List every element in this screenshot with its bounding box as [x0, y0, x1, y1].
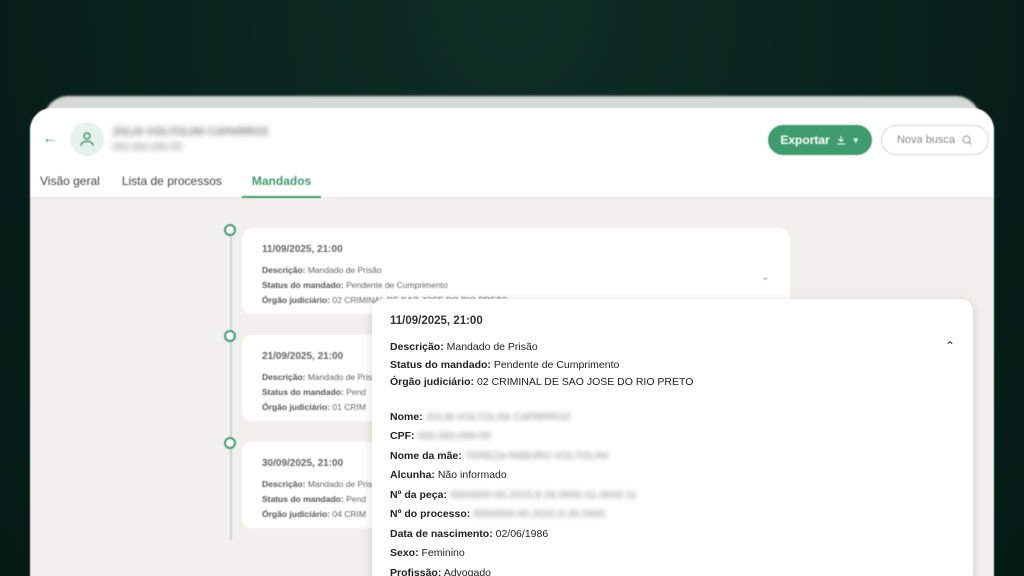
export-label: Exportar: [780, 133, 830, 147]
label-orgao: Órgão judiciário:: [262, 295, 331, 305]
chevron-down-icon[interactable]: ⌄: [761, 270, 770, 285]
label-descricao: Descrição:: [390, 341, 444, 353]
detail-orgao: 02 CRIMINAL DE SAO JOSE DO RIO PRETO: [476, 376, 694, 388]
card-descricao: Mandado de Prisão: [307, 479, 382, 489]
new-search-label: Nova busca: [896, 134, 956, 146]
detail-profissao: Advogado: [443, 566, 491, 576]
detail-date: 11/09/2025, 21:00: [390, 315, 483, 327]
label-status: Status do mandado:: [262, 387, 344, 397]
label-cpf: CPF:: [390, 430, 415, 442]
person-document: 000.000.000-00: [112, 142, 183, 153]
card-descricao: Mandado de Prisão: [307, 265, 382, 275]
tab-lista-processos[interactable]: Lista de processos: [122, 174, 232, 198]
timeline-dot: [224, 437, 236, 449]
detail-mae: TEREZA RIBEIRO VOLTOLINI: [464, 449, 609, 462]
card-date: 11/09/2025, 21:00: [262, 244, 343, 255]
card-descricao: Mandado de Prisão: [307, 372, 382, 382]
label-sexo: Sexo:: [390, 547, 419, 559]
tab-bar: Visão geral Lista de processos Mandados: [40, 174, 333, 198]
detail-processo: 0000000-00.2015.8.26.0000: [473, 508, 606, 520]
caret-down-icon: ▼: [851, 135, 860, 145]
card-status: Pendente de Cumprimento: [346, 280, 448, 290]
label-status: Status do mandado:: [262, 494, 344, 504]
detail-status: Pendente de Cumprimento: [493, 358, 620, 371]
detail-sexo: Feminino: [421, 547, 465, 559]
detail-cpf: 000.000.000-00: [417, 430, 491, 442]
timeline-dot: [224, 224, 236, 236]
label-status: Status do mandado:: [262, 280, 344, 290]
timeline-line: [230, 230, 232, 540]
label-profissao: Profissão:: [390, 566, 442, 576]
label-processo: Nº do processo:: [390, 508, 471, 520]
warrant-detail-card: 11/09/2025, 21:00 ⌃ Descrição: Mandado d…: [372, 299, 973, 576]
search-icon: [962, 135, 972, 145]
new-search-button[interactable]: Nova busca: [881, 125, 989, 155]
detail-nome: JÚLIA VOLTOLINI CAPARROZ: [425, 410, 571, 423]
label-nome: Nome:: [390, 410, 423, 423]
timeline-dot: [224, 330, 236, 342]
avatar: [70, 122, 104, 156]
tab-mandados[interactable]: Mandados: [241, 174, 322, 198]
label-descricao: Descrição:: [262, 372, 306, 382]
person-name: JÚLIA VOLTOLINI CAPARROZ: [112, 126, 269, 138]
card-status: Pend: [346, 387, 366, 397]
card-status: Pend: [346, 494, 366, 504]
chevron-up-icon[interactable]: ⌃: [945, 339, 955, 353]
label-orgao: Órgão judiciário:: [262, 402, 331, 412]
label-descricao: Descrição:: [262, 265, 306, 275]
detail-descricao: Mandado de Prisão: [446, 341, 538, 353]
card-orgao: 01 CRIM: [332, 402, 366, 412]
label-nascimento: Data de nascimento:: [390, 527, 493, 540]
label-orgao: Órgão judiciário:: [390, 376, 475, 388]
download-icon: [836, 136, 845, 145]
label-peca: Nº da peça:: [390, 488, 447, 501]
header: ← JÚLIA VOLTOLINI CAPARROZ 000.000.000-0…: [30, 108, 994, 198]
user-icon: [80, 132, 94, 146]
label-alcunha: Alcunha:: [390, 469, 435, 481]
tab-visao-geral[interactable]: Visão geral: [40, 174, 110, 198]
card-orgao: 04 CRIM: [332, 509, 366, 519]
label-mae: Nome da mãe:: [390, 449, 462, 462]
export-button[interactable]: Exportar ▼: [768, 125, 872, 155]
detail-peca: 0000000-00.2015.8.26.0000.01.0000-11: [449, 488, 638, 501]
back-arrow-icon[interactable]: ←: [42, 130, 58, 148]
detail-alcunha: Não informado: [437, 469, 507, 481]
label-status: Status do mandado:: [390, 358, 491, 371]
label-orgao: Órgão judiciário:: [262, 509, 331, 519]
detail-nascimento: 02/06/1986: [495, 527, 549, 540]
label-descricao: Descrição:: [262, 479, 306, 489]
